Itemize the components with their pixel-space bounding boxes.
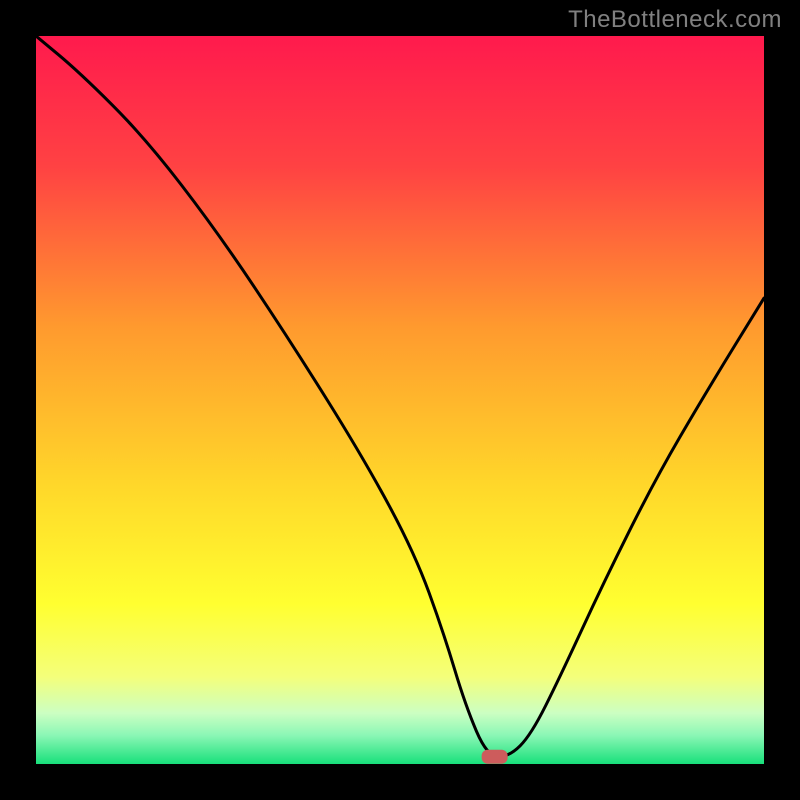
optimal-marker: [482, 750, 508, 764]
chart-frame: TheBottleneck.com: [0, 0, 800, 800]
gradient-background: [36, 36, 764, 764]
bottleneck-chart: [36, 36, 764, 764]
watermark-text: TheBottleneck.com: [568, 6, 782, 34]
